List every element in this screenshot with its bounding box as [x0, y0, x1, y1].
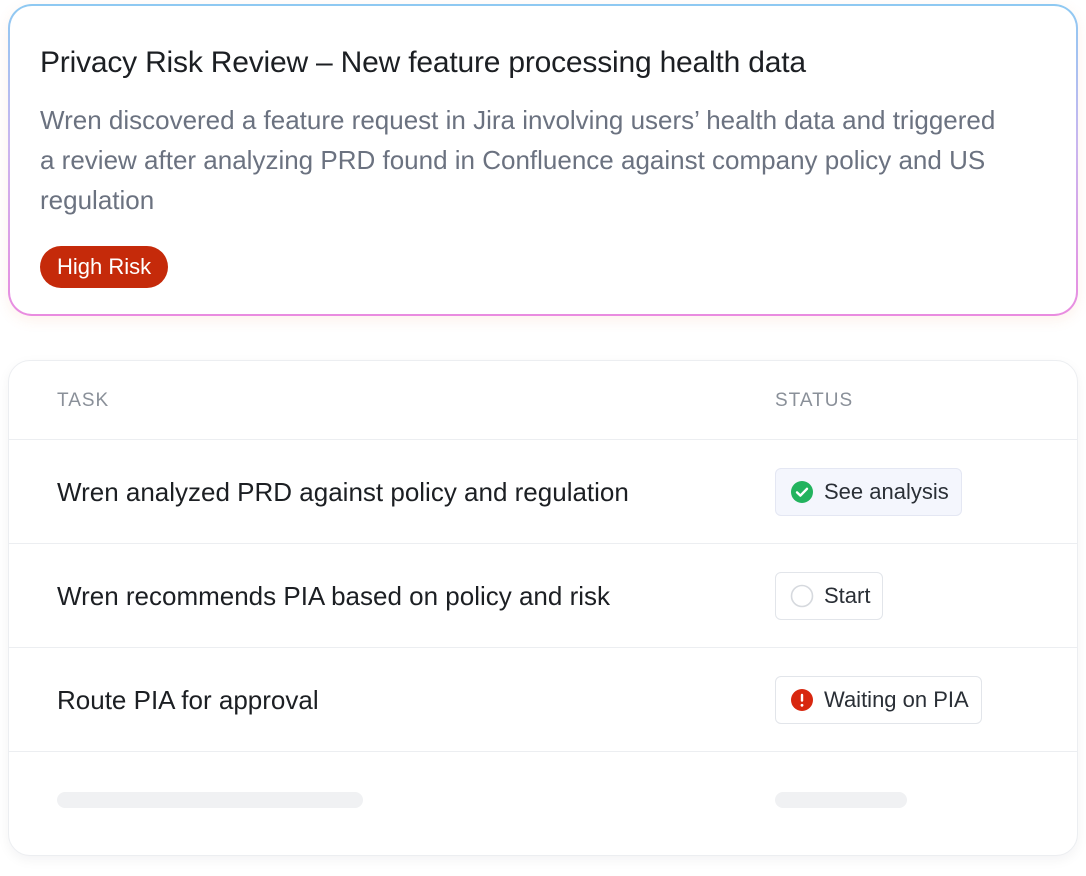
- column-header-task: TASK: [57, 390, 110, 411]
- task-skeleton-placeholder: [57, 792, 363, 808]
- placeholder-row: [9, 752, 1077, 855]
- privacy-risk-review-card: Privacy Risk Review – New feature proces…: [8, 4, 1078, 316]
- task-table: TASK STATUS Wren analyzed PRD against po…: [8, 360, 1078, 856]
- alert-circle-icon: [791, 689, 813, 711]
- table-row: Route PIA for approval Waiting on PIA: [9, 648, 1077, 752]
- task-label: Wren recommends PIA based on policy and …: [57, 581, 611, 611]
- check-circle-icon: [791, 481, 813, 503]
- review-description: Wren discovered a feature request in Jir…: [40, 105, 996, 215]
- status-label: Start: [824, 583, 871, 608]
- table-row: Wren analyzed PRD against policy and reg…: [9, 440, 1077, 544]
- status-label: Waiting on PIA: [824, 687, 969, 712]
- start-button[interactable]: Start: [775, 572, 884, 620]
- see-analysis-button[interactable]: See analysis: [775, 468, 962, 516]
- waiting-on-pia-button[interactable]: Waiting on PIA: [775, 676, 982, 724]
- status-skeleton-placeholder: [775, 792, 907, 808]
- task-label: Wren analyzed PRD against policy and reg…: [57, 477, 629, 507]
- task-table-header: TASK STATUS: [9, 361, 1077, 440]
- review-card-content: Privacy Risk Review – New feature proces…: [10, 6, 1076, 314]
- task-label: Route PIA for approval: [57, 685, 319, 715]
- status-label: See analysis: [824, 479, 949, 504]
- column-header-status: STATUS: [775, 390, 854, 411]
- table-row: Wren recommends PIA based on policy and …: [9, 544, 1077, 648]
- review-title: Privacy Risk Review – New feature proces…: [40, 46, 806, 79]
- empty-circle-icon: [790, 584, 814, 608]
- risk-level-badge: High Risk: [40, 246, 169, 288]
